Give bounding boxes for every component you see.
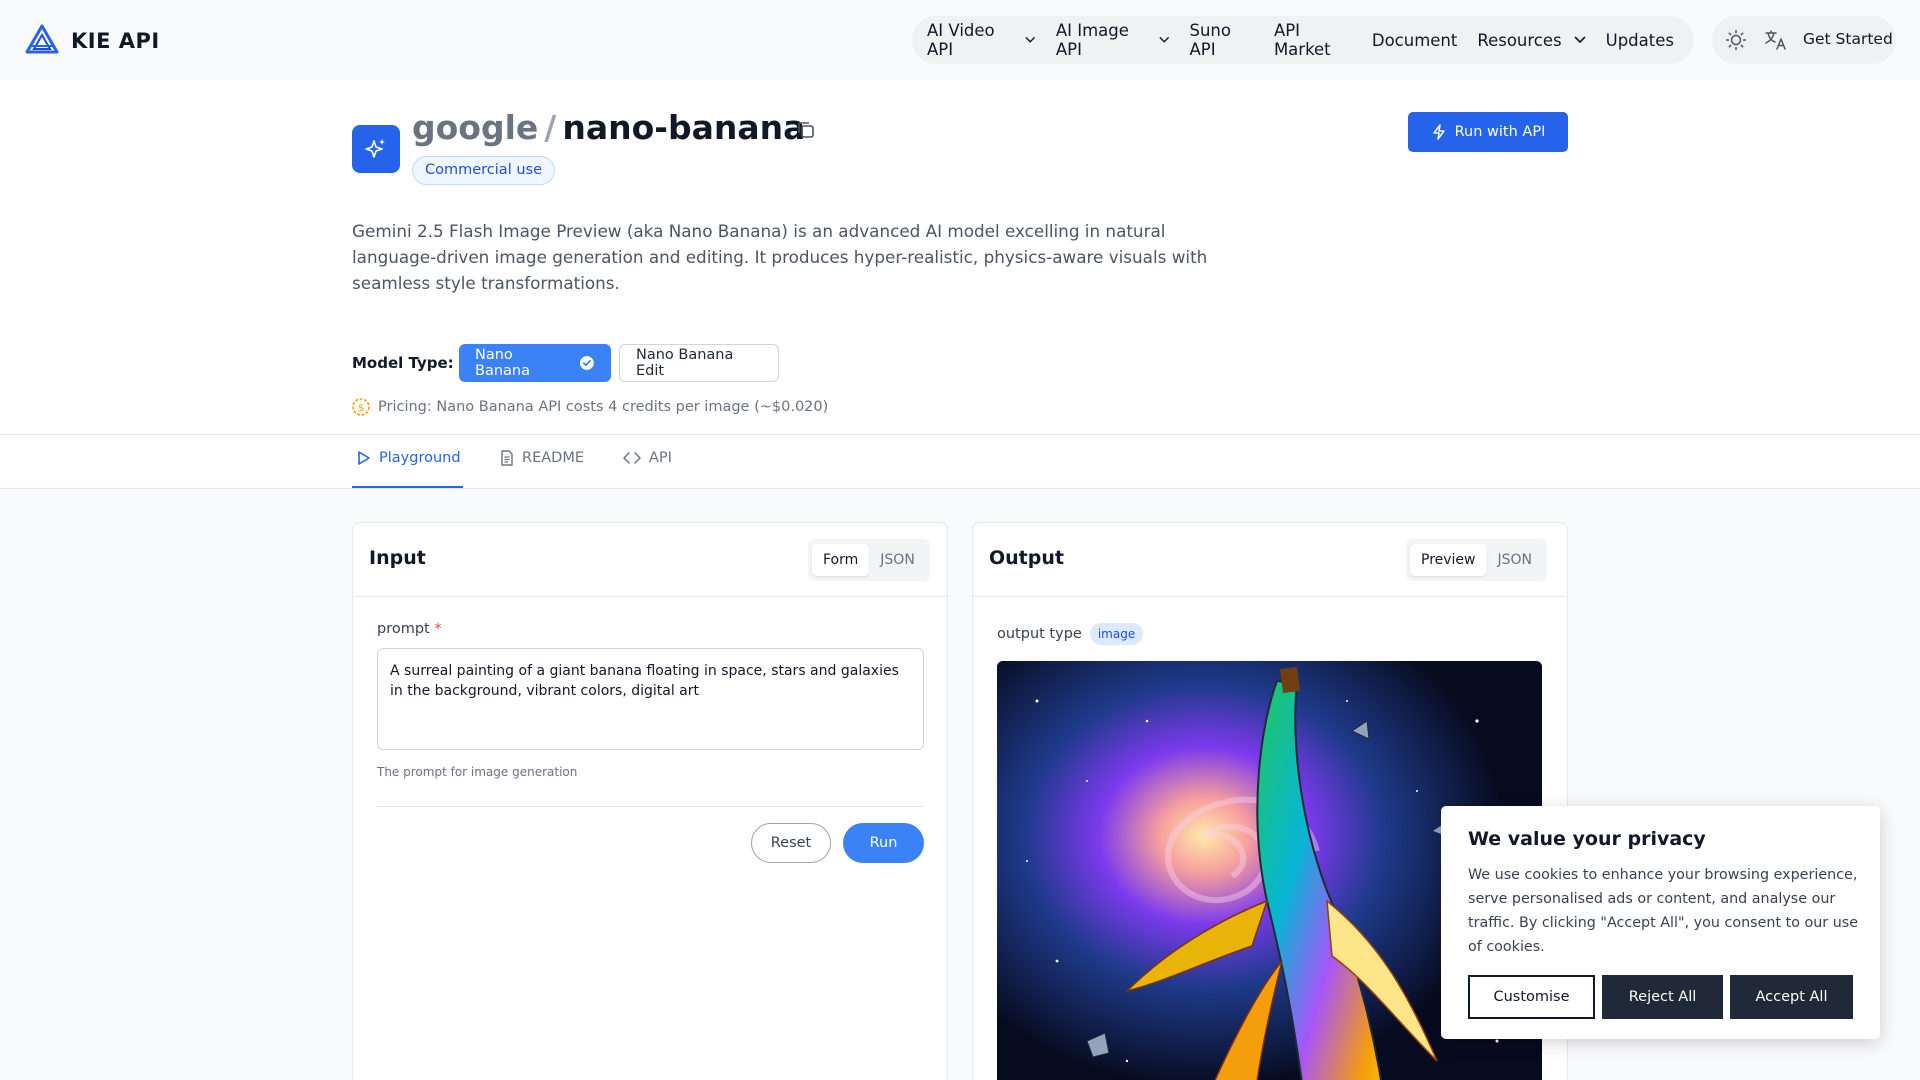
nav-api-market[interactable]: API Market bbox=[1274, 21, 1352, 59]
run-with-api-button[interactable]: Run with API bbox=[1408, 112, 1568, 152]
code-icon bbox=[623, 452, 641, 464]
nav-ai-image-api[interactable]: AI Image API bbox=[1056, 21, 1170, 59]
translate-icon[interactable] bbox=[1764, 29, 1788, 51]
chevron-down-icon bbox=[1025, 36, 1036, 43]
nav-suno-api[interactable]: Suno API bbox=[1189, 21, 1253, 59]
divider bbox=[377, 806, 924, 807]
nav-updates[interactable]: Updates bbox=[1606, 31, 1674, 50]
input-panel-title: Input bbox=[369, 547, 426, 569]
brand-name: KIE API bbox=[71, 29, 160, 53]
input-mode-toggle: Form JSON bbox=[808, 539, 930, 581]
prompt-input[interactable]: A surreal painting of a giant banana flo… bbox=[377, 648, 924, 750]
model-type-nano-banana[interactable]: Nano Banana bbox=[459, 344, 611, 382]
kie-logo-icon bbox=[25, 24, 59, 58]
input-panel-header: Input Form JSON bbox=[353, 523, 947, 597]
nav-label: Resources bbox=[1477, 30, 1562, 50]
model-name: nano-banana bbox=[562, 108, 806, 147]
play-icon bbox=[358, 451, 370, 465]
commercial-use-badge: Commercial use bbox=[412, 156, 555, 185]
output-panel-title: Output bbox=[989, 547, 1064, 569]
reset-button[interactable]: Reset bbox=[751, 823, 831, 863]
coin-icon: $ bbox=[352, 398, 370, 416]
get-started-link[interactable]: Get Started bbox=[1803, 30, 1893, 48]
chevron-down-icon bbox=[1159, 36, 1170, 43]
nav-label: AI Image API bbox=[1055, 21, 1129, 59]
model-owner: google bbox=[412, 108, 539, 147]
model-description: Gemini 2.5 Flash Image Preview (aka Nano… bbox=[352, 221, 1208, 293]
nav-label: API Market bbox=[1273, 21, 1331, 59]
required-marker: * bbox=[434, 621, 442, 637]
lightning-icon bbox=[1432, 124, 1445, 140]
main-nav: AI Video API AI Image API Suno API API M… bbox=[912, 16, 1694, 64]
accept-all-button[interactable]: Accept All bbox=[1730, 975, 1853, 1019]
check-circle-icon bbox=[580, 356, 595, 370]
mode-json-button[interactable]: JSON bbox=[869, 544, 926, 576]
pricing-text: Pricing: Nano Banana API costs 4 credits… bbox=[378, 399, 829, 415]
output-panel-header: Output Preview JSON bbox=[973, 523, 1567, 597]
brand[interactable]: KIE API bbox=[25, 24, 160, 58]
mode-form-button[interactable]: Form bbox=[812, 544, 870, 576]
nav-ai-video-api[interactable]: AI Video API bbox=[927, 21, 1036, 59]
run-with-api-label: Run with API bbox=[1454, 124, 1546, 140]
model-type-option-label: Nano Banana bbox=[475, 347, 530, 379]
nav-document[interactable]: Document bbox=[1372, 31, 1457, 50]
output-type-badge: image bbox=[1089, 623, 1144, 645]
tab-label: API bbox=[649, 450, 672, 466]
tab-readme[interactable]: README bbox=[500, 450, 584, 466]
model-type-label: Model Type: bbox=[352, 354, 454, 372]
cookie-title: We value your privacy bbox=[1468, 828, 1706, 850]
pricing-info: $ Pricing: Nano Banana API costs 4 credi… bbox=[352, 398, 828, 416]
cookie-consent-dialog: We value your privacy We use cookies to … bbox=[1441, 806, 1880, 1039]
page-title: google / nano-banana bbox=[412, 108, 805, 147]
prompt-help-text: The prompt for image generation bbox=[377, 765, 578, 779]
prompt-label-text: prompt bbox=[377, 621, 430, 637]
nav-tools: Get Started bbox=[1712, 16, 1896, 64]
sparkles-icon bbox=[365, 139, 385, 158]
mode-preview-button[interactable]: Preview bbox=[1410, 544, 1487, 576]
tab-playground[interactable]: Playground bbox=[357, 450, 461, 466]
svg-text:$: $ bbox=[358, 403, 364, 414]
output-type-label: output type bbox=[997, 626, 1082, 642]
title-separator: / bbox=[544, 108, 557, 147]
output-mode-toggle: Preview JSON bbox=[1406, 539, 1548, 581]
chevron-down-icon bbox=[1574, 36, 1586, 44]
cookie-text: We use cookies to enhance your browsing … bbox=[1468, 867, 1859, 955]
mode-json-button[interactable]: JSON bbox=[1487, 544, 1544, 576]
input-panel: Input Form JSON prompt * A surreal paint… bbox=[352, 522, 948, 1080]
prompt-label: prompt * bbox=[377, 621, 442, 637]
tab-label: Playground bbox=[379, 450, 461, 466]
nav-label: Document bbox=[1371, 30, 1458, 50]
nav-label: Updates bbox=[1605, 30, 1674, 50]
customise-button[interactable]: Customise bbox=[1468, 975, 1595, 1019]
divider bbox=[0, 434, 1920, 435]
nav-label: AI Video API bbox=[927, 21, 995, 59]
tab-label: README bbox=[522, 450, 584, 466]
model-icon bbox=[352, 125, 400, 173]
sun-icon[interactable] bbox=[1725, 29, 1747, 51]
output-type: output type image bbox=[997, 623, 1144, 645]
model-type-nano-banana-edit[interactable]: Nano Banana Edit bbox=[619, 344, 779, 382]
top-navigation: KIE API AI Video API AI Image API Suno A… bbox=[0, 0, 1920, 80]
tab-api[interactable]: API bbox=[623, 450, 672, 466]
document-icon bbox=[501, 450, 513, 466]
copy-icon[interactable] bbox=[796, 120, 816, 140]
model-type-option-label: Nano Banana Edit bbox=[636, 347, 734, 379]
reject-all-button[interactable]: Reject All bbox=[1602, 975, 1723, 1019]
nav-resources[interactable]: Resources bbox=[1477, 30, 1586, 50]
nav-label: Suno API bbox=[1189, 21, 1231, 59]
run-button[interactable]: Run bbox=[843, 823, 924, 863]
